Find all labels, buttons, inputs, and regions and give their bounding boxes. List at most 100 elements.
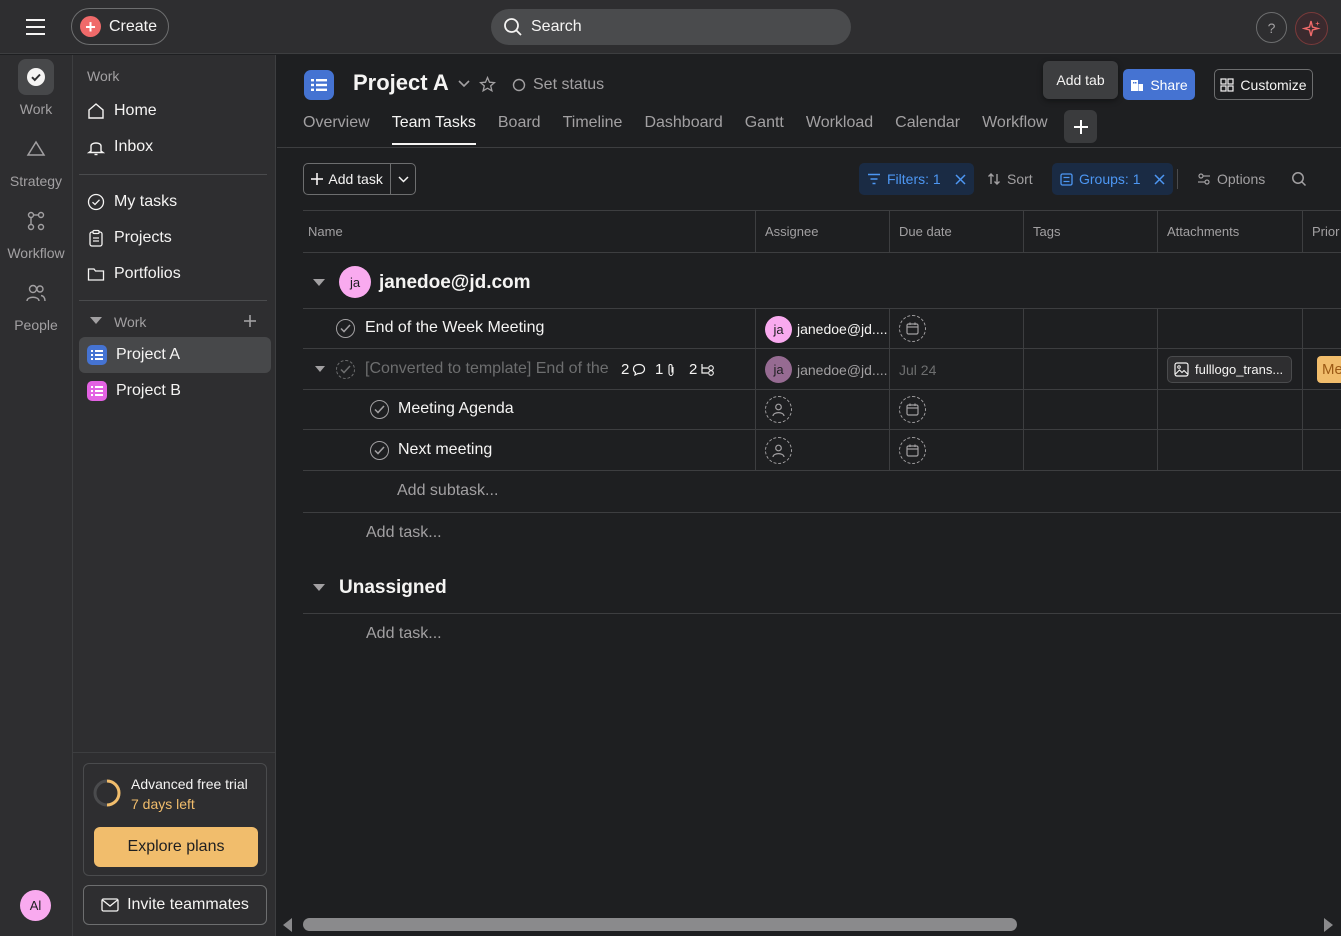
task-name[interactable]: [Converted to template] End of the xyxy=(365,360,609,378)
empty-assignee-icon[interactable] xyxy=(765,396,792,423)
sidebar-item-my-tasks[interactable]: My tasks xyxy=(79,184,271,220)
template-check-icon[interactable] xyxy=(336,360,355,379)
due-date[interactable]: Jul 24 xyxy=(899,362,936,378)
options-icon xyxy=(1197,173,1211,185)
column-divider xyxy=(1157,210,1158,252)
search-input[interactable]: Search xyxy=(491,9,851,45)
close-icon[interactable] xyxy=(955,173,966,185)
star-icon[interactable] xyxy=(479,76,496,93)
project-title[interactable]: Project A xyxy=(353,70,449,96)
tab-workload[interactable]: Workload xyxy=(806,114,873,142)
filters-chip[interactable]: Filters: 1 xyxy=(859,163,974,195)
sidebar-item-portfolios[interactable]: Portfolios xyxy=(79,256,271,292)
status-circle-icon xyxy=(512,78,526,92)
attachment-count[interactable]: 1 xyxy=(655,361,676,378)
rail-item-work[interactable]: Work xyxy=(0,59,72,117)
add-project-plus-icon[interactable] xyxy=(243,314,257,328)
groups-chip[interactable]: Groups: 1 xyxy=(1052,163,1174,195)
sidebar-item-home[interactable]: Home xyxy=(79,93,271,129)
scrollbar-thumb[interactable] xyxy=(303,918,1017,931)
sidebar-item-project-a[interactable]: Project A xyxy=(79,337,271,373)
tab-dashboard[interactable]: Dashboard xyxy=(644,114,722,142)
invite-teammates-button[interactable]: Invite teammates xyxy=(83,885,267,925)
tab-gantt[interactable]: Gantt xyxy=(745,114,784,142)
row-border xyxy=(303,429,1341,430)
rail-item-workflow[interactable]: Workflow xyxy=(0,203,72,261)
list-icon xyxy=(87,381,107,401)
help-button[interactable]: ? xyxy=(1256,12,1287,43)
tab-board[interactable]: Board xyxy=(498,114,541,142)
tab-calendar[interactable]: Calendar xyxy=(895,114,960,142)
subtask-count[interactable]: 2 xyxy=(689,361,715,378)
customize-button[interactable]: Customize xyxy=(1214,69,1313,100)
subtask-count-value: 2 xyxy=(689,361,698,378)
subtask-icon xyxy=(700,363,715,376)
subtask-name[interactable]: Meeting Agenda xyxy=(398,400,514,418)
group-collapse-caret-icon[interactable] xyxy=(313,279,325,286)
complete-check-icon[interactable] xyxy=(370,441,389,460)
scroll-left-arrow-icon[interactable] xyxy=(283,918,292,932)
group-collapse-caret-icon[interactable] xyxy=(313,584,325,591)
rail-item-strategy[interactable]: Strategy xyxy=(0,131,72,189)
search-placeholder: Search xyxy=(531,18,582,35)
chevron-down-icon[interactable] xyxy=(458,80,470,88)
add-task-button[interactable]: Add task xyxy=(304,164,392,194)
add-task-row[interactable]: Add task... xyxy=(366,625,442,643)
work-group-caret-icon[interactable] xyxy=(90,317,102,325)
explore-plans-button[interactable]: Explore plans xyxy=(94,827,258,867)
sidebar-item-inbox[interactable]: Inbox xyxy=(79,129,271,165)
scroll-right-arrow-icon[interactable] xyxy=(1324,918,1333,932)
column-header-due-date[interactable]: Due date xyxy=(899,224,952,239)
add-tab-button[interactable] xyxy=(1064,110,1097,143)
set-status-button[interactable]: Set status xyxy=(512,76,604,94)
empty-assignee-icon[interactable] xyxy=(765,437,792,464)
search-icon[interactable] xyxy=(1291,171,1307,187)
assignee-name[interactable]: janedoe@jd.... xyxy=(797,362,888,378)
column-header-attachments[interactable]: Attachments xyxy=(1167,224,1239,239)
image-icon xyxy=(1174,362,1189,377)
row-border xyxy=(303,470,1341,471)
tab-team-tasks[interactable]: Team Tasks xyxy=(391,114,477,145)
ai-sparkle-button[interactable] xyxy=(1295,12,1328,45)
column-header-name[interactable]: Name xyxy=(308,224,343,239)
share-label: Share xyxy=(1150,76,1188,93)
horizontal-scrollbar[interactable] xyxy=(277,913,1341,936)
tab-workflow[interactable]: Workflow xyxy=(982,114,1048,142)
subtask-name[interactable]: Next meeting xyxy=(398,441,492,459)
subtasks-caret-icon[interactable] xyxy=(315,366,325,372)
column-header-tags[interactable]: Tags xyxy=(1033,224,1060,239)
complete-check-icon[interactable] xyxy=(370,400,389,419)
hamburger-menu-icon[interactable] xyxy=(24,16,48,38)
sidebar-item-project-b[interactable]: Project B xyxy=(79,373,271,409)
column-header-assignee[interactable]: Assignee xyxy=(765,224,818,239)
calendar-icon[interactable] xyxy=(899,315,926,342)
task-name[interactable]: End of the Week Meeting xyxy=(365,319,544,337)
create-button[interactable]: + Create xyxy=(71,8,169,45)
sidebar-item-projects[interactable]: Projects xyxy=(79,220,271,256)
priority-badge[interactable]: Me xyxy=(1317,356,1341,383)
add-task-row[interactable]: Add task... xyxy=(366,524,442,542)
calendar-icon[interactable] xyxy=(899,396,926,423)
assignee-name[interactable]: janedoe@jd.... xyxy=(797,321,888,337)
group-title[interactable]: Unassigned xyxy=(339,577,447,599)
paperclip-icon xyxy=(666,363,676,377)
share-button[interactable]: Share xyxy=(1123,69,1195,100)
create-label: Create xyxy=(109,17,158,35)
tab-overview[interactable]: Overview xyxy=(303,114,370,142)
tab-timeline[interactable]: Timeline xyxy=(563,114,623,142)
calendar-icon[interactable] xyxy=(899,437,926,464)
rail-item-people[interactable]: People xyxy=(0,275,72,333)
rail-item-label: Work xyxy=(19,101,53,117)
complete-check-icon[interactable] xyxy=(336,319,355,338)
group-title[interactable]: janedoe@jd.com xyxy=(379,272,531,294)
sort-button[interactable]: Sort xyxy=(979,163,1041,195)
comment-count[interactable]: 2 xyxy=(621,361,646,378)
sidebar-divider xyxy=(73,752,275,753)
add-task-dropdown-button[interactable] xyxy=(391,164,415,194)
column-header-priority[interactable]: Prior xyxy=(1312,224,1339,239)
add-subtask-row[interactable]: Add subtask... xyxy=(397,482,498,500)
user-avatar[interactable]: Al xyxy=(20,890,51,921)
close-icon[interactable] xyxy=(1154,173,1166,185)
attachment-chip[interactable]: fulllogo_trans... xyxy=(1167,356,1292,383)
options-button[interactable]: Options xyxy=(1189,163,1273,195)
